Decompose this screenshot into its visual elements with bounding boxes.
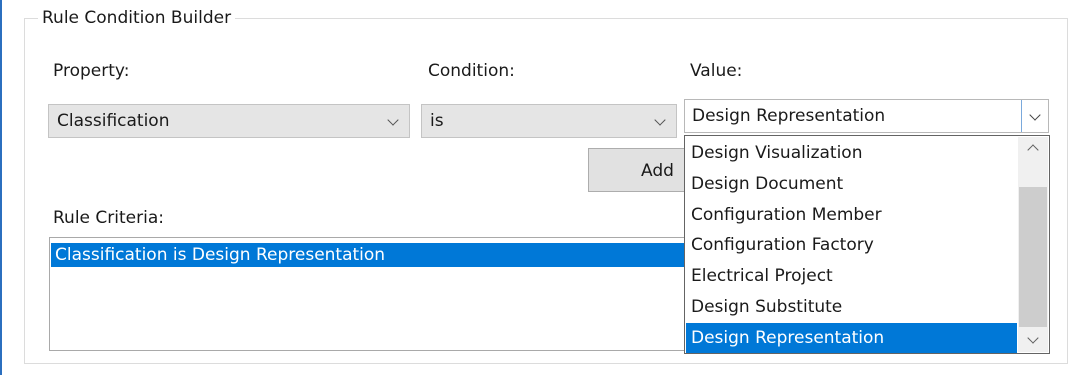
chevron-down-icon <box>387 114 399 126</box>
dropdown-option[interactable]: Configuration Factory <box>686 230 1017 260</box>
property-dropdown[interactable]: Classification <box>48 104 410 138</box>
condition-label: Condition: <box>428 61 515 81</box>
add-button-label: Add <box>641 161 674 181</box>
dropdown-option[interactable]: Configuration Member <box>686 200 1017 230</box>
chevron-up-icon <box>1027 144 1039 156</box>
group-title: Rule Condition Builder <box>38 7 236 29</box>
chevron-down-icon <box>654 114 666 126</box>
dropdown-option[interactable]: Electrical Project <box>686 261 1017 291</box>
dropdown-option-selected[interactable]: Design Representation <box>686 323 1017 353</box>
property-selected-value: Classification <box>57 111 170 131</box>
chevron-down-icon <box>1029 109 1041 121</box>
value-selected-value: Design Representation <box>692 106 886 126</box>
dropdown-option[interactable]: Design Document <box>686 169 1017 199</box>
scroll-down-button[interactable] <box>1018 330 1048 352</box>
rule-criteria-label: Rule Criteria: <box>53 208 164 228</box>
dropdown-option[interactable]: Design Visualization <box>686 138 1017 168</box>
value-dropdown-list[interactable]: Design Visualization Design Document Con… <box>684 135 1050 354</box>
condition-dropdown[interactable]: is <box>421 104 677 138</box>
window-left-edge <box>0 0 2 375</box>
scroll-thumb[interactable] <box>1019 187 1047 327</box>
chevron-down-icon <box>1027 332 1039 344</box>
scroll-up-button[interactable] <box>1018 137 1048 159</box>
condition-selected-value: is <box>430 111 444 131</box>
value-dropdown[interactable]: Design Representation <box>684 99 1049 133</box>
value-label: Value: <box>690 61 743 81</box>
dropdown-scrollbar[interactable] <box>1018 137 1048 352</box>
dropdown-option[interactable]: Design Substitute <box>686 292 1017 322</box>
value-dropdown-arrow-button[interactable] <box>1021 100 1048 132</box>
property-label: Property: <box>53 61 130 81</box>
